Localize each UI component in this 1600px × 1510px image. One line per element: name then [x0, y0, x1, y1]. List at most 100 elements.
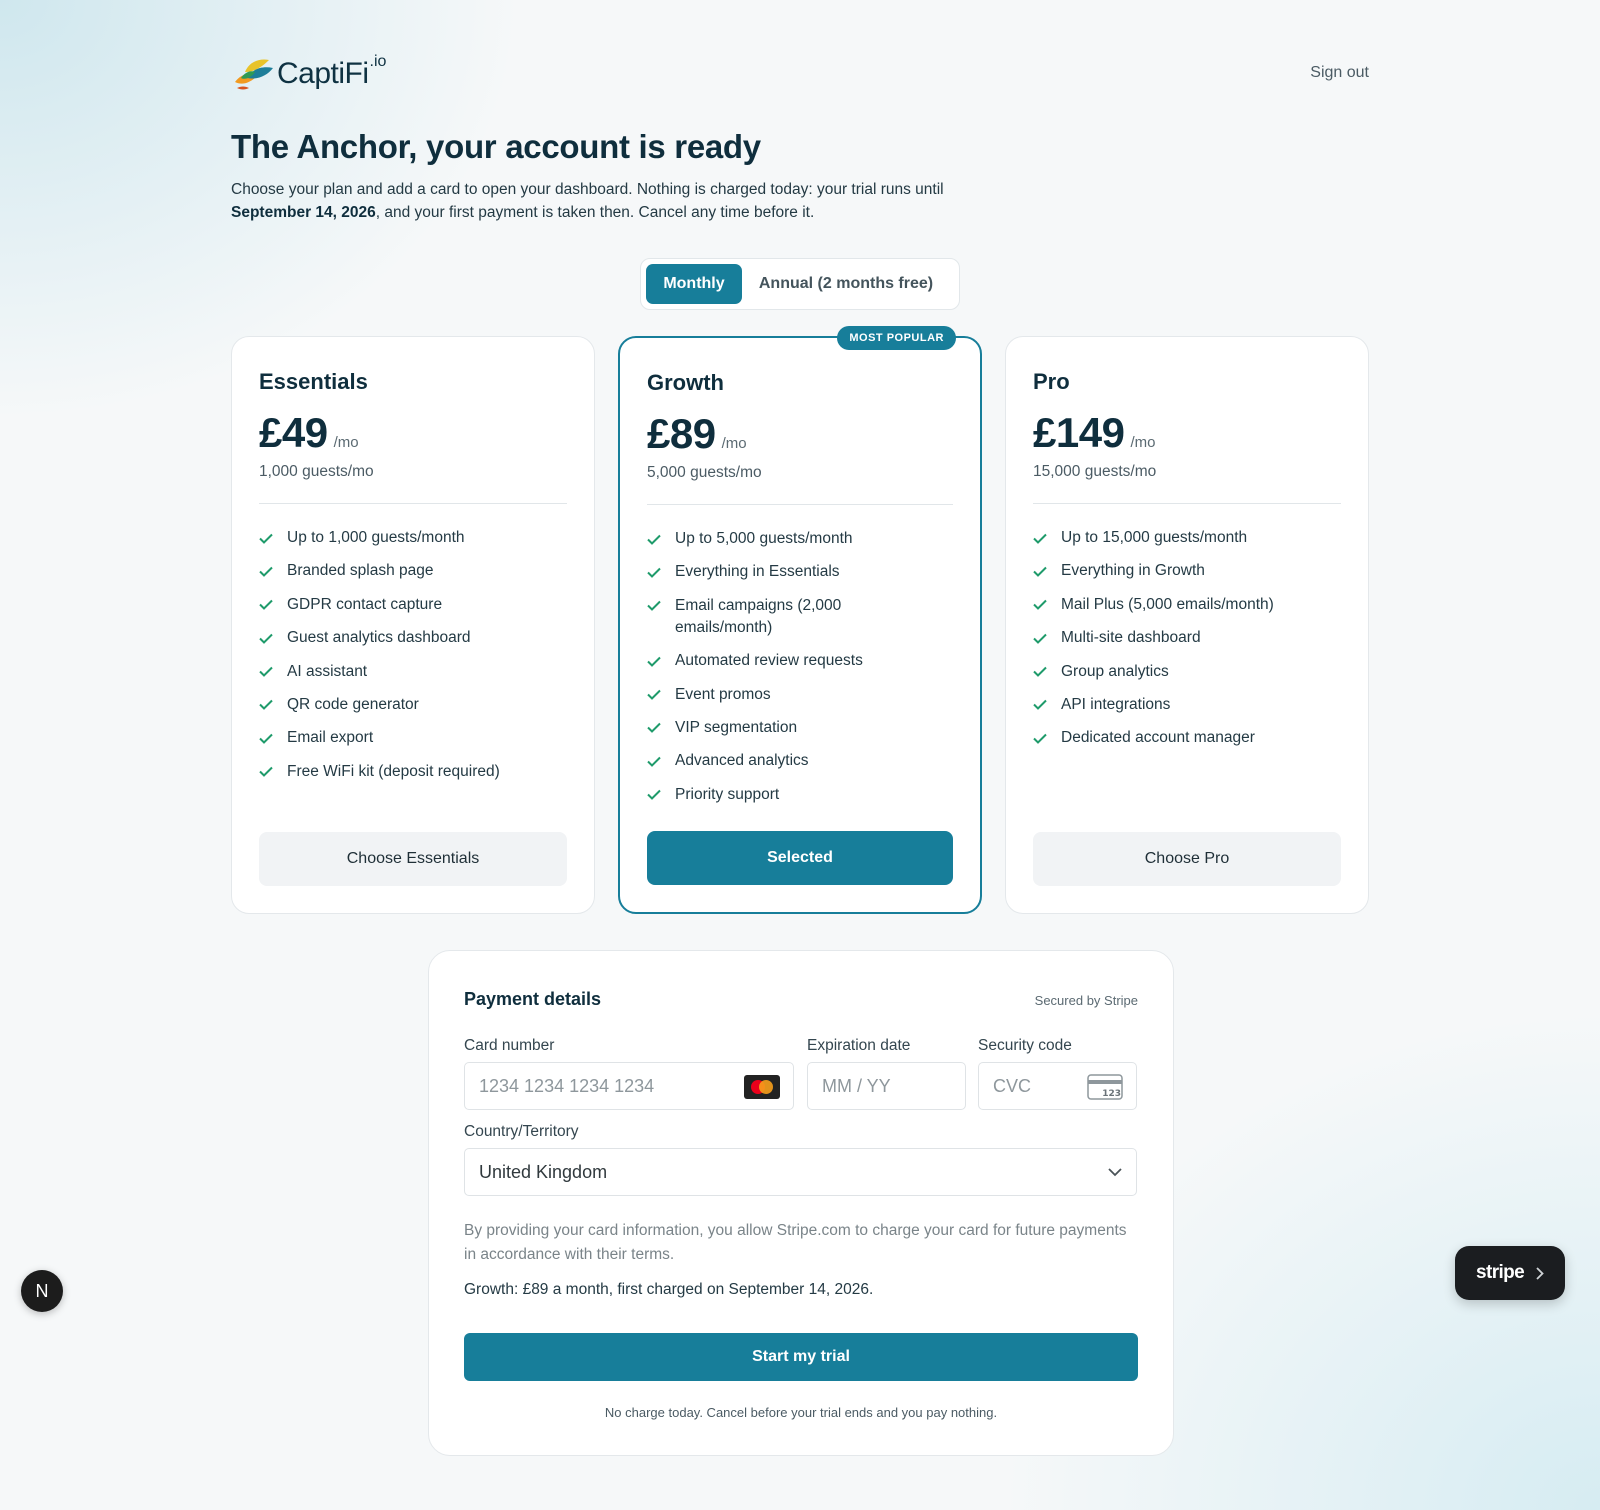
logo-wordmark: CaptiFi: [277, 57, 369, 90]
check-icon: [1033, 527, 1047, 549]
feature-item: Everything in Growth: [1033, 560, 1341, 582]
cvc-label: Security code: [978, 1037, 1072, 1054]
check-icon: [259, 661, 273, 683]
check-icon: [647, 750, 661, 772]
feature-list: Up to 15,000 guests/month Everything in …: [1033, 527, 1341, 761]
plan-guests: 5,000 guests/mo: [647, 464, 762, 481]
feature-item: Automated review requests: [647, 650, 953, 672]
feature-item: Priority support: [647, 784, 953, 806]
check-icon: [647, 784, 661, 806]
plan-guests: 1,000 guests/mo: [259, 463, 374, 480]
plan-card-pro: Pro £149 /mo 15,000 guests/mo Up to 15,0…: [1005, 336, 1369, 914]
no-charge-note: No charge today. Cancel before your tria…: [604, 1405, 998, 1420]
stripe-disclaimer: By providing your card information, you …: [464, 1222, 1127, 1263]
intro-text-end: , and your first payment is taken then. …: [375, 204, 815, 221]
plan-price: £89: [647, 410, 716, 457]
country-value: United Kingdom: [479, 1161, 608, 1182]
check-icon: [1033, 594, 1047, 616]
feature-item: Advanced analytics: [647, 750, 953, 772]
feature-item: Mail Plus (5,000 emails/month): [1033, 594, 1341, 616]
intro-text: Choose your plan and add a card to open …: [231, 178, 1011, 224]
feature-item: Group analytics: [1033, 661, 1341, 683]
mastercard-icon: [744, 1075, 780, 1099]
sign-out-link[interactable]: Sign out: [1310, 64, 1369, 82]
check-icon: [647, 561, 661, 583]
plan-price: £149: [1033, 409, 1125, 456]
check-icon: [647, 595, 661, 617]
check-icon: [1033, 661, 1047, 683]
feature-item: Guest analytics dashboard: [259, 627, 567, 649]
card-number-input[interactable]: 1234 1234 1234 1234: [464, 1062, 794, 1110]
toggle-annual[interactable]: Annual (2 months free): [742, 264, 950, 304]
expiry-input[interactable]: MM / YY: [807, 1062, 966, 1110]
feature-item: Up to 5,000 guests/month: [647, 528, 953, 550]
feature-list: Up to 1,000 guests/month Branded splash …: [259, 527, 567, 794]
country-label: Country/Territory: [464, 1123, 579, 1140]
plan-period: /mo: [1130, 434, 1156, 451]
expiry-label: Expiration date: [807, 1037, 911, 1054]
check-icon: [259, 627, 273, 649]
expiry-placeholder: MM / YY: [822, 1075, 891, 1096]
price-row: £49 /mo: [259, 409, 359, 457]
plan-summary: Growth: £89 a month, first charged on Se…: [464, 1281, 874, 1298]
feature-item: QR code generator: [259, 694, 567, 716]
logo[interactable]: CaptiFi .io: [231, 52, 386, 96]
check-icon: [647, 717, 661, 739]
divider: [647, 504, 953, 505]
feature-item: AI assistant: [259, 661, 567, 683]
choose-pro-button[interactable]: Choose Pro: [1033, 832, 1341, 886]
feature-item: API integrations: [1033, 694, 1341, 716]
payment-title: Payment details: [464, 989, 602, 1009]
feature-item: Up to 15,000 guests/month: [1033, 527, 1341, 549]
check-icon: [647, 650, 661, 672]
selected-growth-button[interactable]: Selected: [647, 831, 953, 885]
stripe-logo-text: stripe: [1476, 1262, 1525, 1283]
toggle-monthly[interactable]: Monthly: [646, 264, 742, 304]
check-icon: [1033, 627, 1047, 649]
check-icon: [259, 594, 273, 616]
cvc-input[interactable]: CVC 123: [978, 1062, 1137, 1110]
billing-period-toggle: Monthly Annual (2 months free): [640, 258, 960, 310]
top-bar: CaptiFi .io Sign out: [231, 50, 1369, 100]
cvc-icon-text: 123: [1102, 1089, 1121, 1099]
start-trial-button[interactable]: Start my trial: [464, 1333, 1138, 1381]
divider: [1033, 503, 1341, 504]
country-select[interactable]: United Kingdom: [464, 1148, 1137, 1196]
feature-item: Email export: [259, 727, 567, 749]
check-icon: [259, 727, 273, 749]
feature-item: Branded splash page: [259, 560, 567, 582]
check-icon: [259, 560, 273, 582]
logo-suffix: .io: [369, 53, 387, 70]
feature-item: Event promos: [647, 684, 953, 706]
choose-essentials-button[interactable]: Choose Essentials: [259, 832, 567, 886]
cvc-card-icon: 123: [1087, 1074, 1123, 1100]
plan-period: /mo: [721, 435, 747, 452]
intro-text-start: Choose your plan and add a card to open …: [231, 181, 944, 198]
check-icon: [1033, 727, 1047, 749]
stripe-link-button[interactable]: stripe: [1455, 1246, 1565, 1300]
feature-item: Free WiFi kit (deposit required): [259, 761, 567, 783]
plan-period: /mo: [333, 434, 359, 451]
logo-bird-icon: [235, 59, 273, 90]
check-icon: [647, 528, 661, 550]
trial-end-date: September 14, 2026: [231, 204, 376, 221]
plan-card-growth: MOST POPULAR Growth £89 /mo 5,000 guests…: [618, 326, 982, 914]
feature-item: VIP segmentation: [647, 717, 953, 739]
feature-item: Up to 1,000 guests/month: [259, 527, 567, 549]
payment-panel: Payment details Secured by Stripe Card n…: [428, 950, 1174, 1456]
feature-item: Email campaigns (2,000 emails/month): [647, 595, 953, 639]
chevron-right-icon: [1536, 1266, 1544, 1280]
plan-card-essentials: Essentials £49 /mo 1,000 guests/mo Up to…: [231, 336, 595, 914]
check-icon: [259, 527, 273, 549]
check-icon: [1033, 694, 1047, 716]
card-number-label: Card number: [464, 1037, 555, 1054]
price-row: £89 /mo: [647, 410, 747, 458]
check-icon: [259, 694, 273, 716]
check-icon: [259, 761, 273, 783]
dev-tools-badge[interactable]: N: [21, 1270, 63, 1312]
chevron-down-icon: [1108, 1168, 1122, 1177]
page-title: The Anchor, your account is ready: [231, 128, 761, 165]
feature-item: GDPR contact capture: [259, 594, 567, 616]
feature-item: Dedicated account manager: [1033, 727, 1341, 749]
cvc-placeholder: CVC: [993, 1075, 1032, 1096]
